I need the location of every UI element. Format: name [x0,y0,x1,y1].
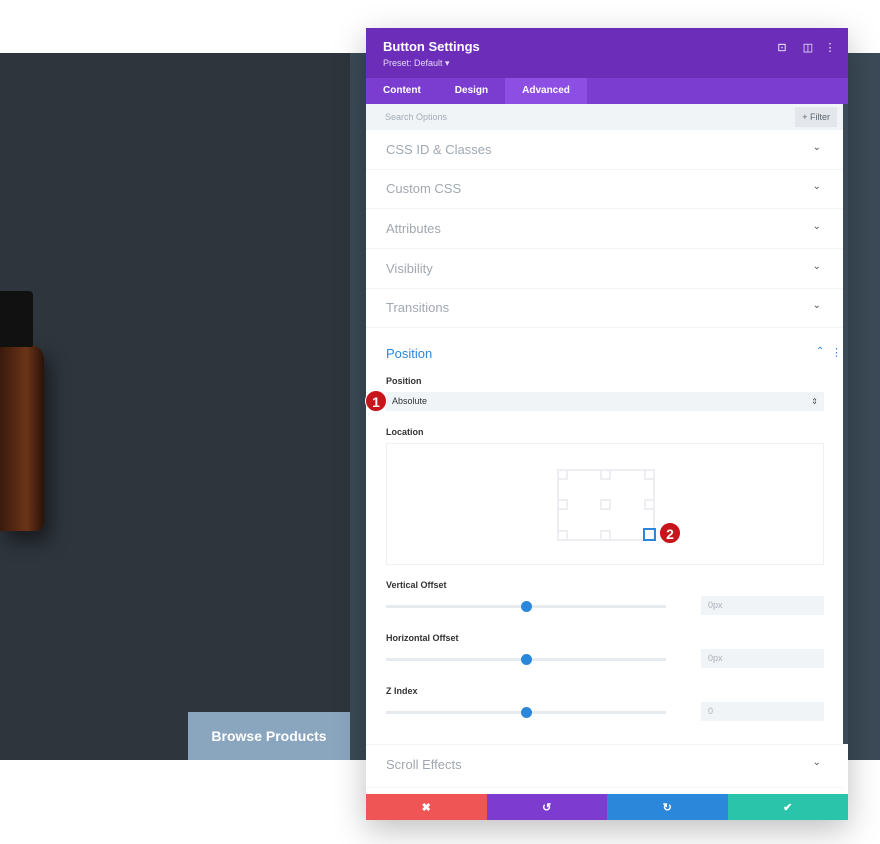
location-bottom-center[interactable] [600,530,611,541]
vertical-offset-label: Vertical Offset [386,580,447,590]
location-bottom-left[interactable] [557,530,568,541]
select-arrows-icon: ⇕ [811,397,818,406]
preset-dropdown[interactable]: Preset: Default ▾ [383,58,450,69]
horizontal-offset-slider[interactable] [386,654,666,665]
section-position-title[interactable]: Position [386,346,432,361]
chevron-down-icon: ⌄ [812,221,821,232]
section-label: Scroll Effects [386,757,462,772]
position-select[interactable]: Absolute ⇕ [386,392,824,411]
slider-thumb[interactable] [521,654,532,665]
annotation-badge-1: 1 [365,390,387,412]
section-attributes[interactable]: Attributes ⌄ [366,209,843,249]
location-top-right[interactable] [644,469,655,480]
button-settings-panel: Button Settings Preset: Default ▾ ⊡ ◫ ⋮ … [365,28,848,820]
chevron-up-icon[interactable]: ⌃ [816,346,824,357]
section-label: Attributes [386,221,441,236]
location-top-center[interactable] [600,469,611,480]
z-index-input[interactable]: 0 [701,702,824,721]
chevron-down-icon: ⌄ [812,757,821,768]
focus-icon[interactable]: ⊡ [775,41,789,54]
search-input[interactable]: Search Options [385,112,447,122]
save-button[interactable]: ✔ [727,794,848,820]
horizontal-offset-input[interactable]: 0px [701,649,824,668]
search-options-bar[interactable]: Search Options + Filter [366,104,843,130]
tab-advanced[interactable]: Advanced [505,78,587,104]
section-label: CSS ID & Classes [386,142,492,157]
z-index-label: Z Index [386,686,418,696]
chevron-down-icon: ⌄ [812,142,821,153]
split-view-icon[interactable]: ◫ [801,41,815,54]
section-visibility[interactable]: Visibility ⌄ [366,249,843,289]
section-label: Transitions [386,300,450,315]
section-custom-css[interactable]: Custom CSS ⌄ [366,169,843,209]
bottle-image [0,345,44,531]
location-center-right[interactable] [644,499,655,510]
location-top-left[interactable] [557,469,568,480]
location-center-left[interactable] [557,499,568,510]
browse-products-button[interactable]: Browse Products [188,712,350,760]
section-css-id-classes[interactable]: CSS ID & Classes ⌄ [366,130,843,170]
location-grid [557,469,656,541]
tab-design[interactable]: Design [438,78,505,104]
panel-header[interactable]: Button Settings Preset: Default ▾ ⊡ ◫ ⋮ [366,28,848,78]
redo-button[interactable]: ↻ [607,794,728,820]
chevron-down-icon: ⌄ [812,181,821,192]
section-label: Visibility [386,261,433,276]
panel-title: Button Settings [383,39,480,54]
section-label: Custom CSS [386,181,462,196]
location-label: Location [386,427,424,437]
position-label: Position [386,376,422,386]
slider-thumb[interactable] [521,707,532,718]
slider-thumb[interactable] [521,601,532,612]
section-scroll-effects[interactable]: Scroll Effects ⌄ [366,744,843,788]
chevron-down-icon: ⌄ [812,261,821,272]
vertical-offset-slider[interactable] [386,601,666,612]
undo-button[interactable]: ↺ [486,794,607,820]
panel-footer: ✖ ↺ ↻ ✔ [366,794,848,820]
section-transitions[interactable]: Transitions ⌄ [366,288,843,328]
location-center[interactable] [600,499,611,510]
annotation-badge-2: 2 [659,522,681,544]
panel-tabs: Content Design Advanced [366,78,848,104]
more-options-icon[interactable]: ⋮ [823,41,837,54]
cancel-button[interactable]: ✖ [366,794,487,820]
chevron-down-icon: ⌄ [812,300,821,311]
horizontal-offset-label: Horizontal Offset [386,633,459,643]
bottle-cap-image [0,291,33,347]
position-select-value: Absolute [392,396,428,406]
vertical-offset-input[interactable]: 0px [701,596,824,615]
section-menu-icon[interactable]: ⋮ [831,346,842,359]
filter-button[interactable]: + Filter [795,107,837,127]
scrollbar[interactable] [843,104,848,744]
location-picker: 2 [386,443,824,565]
location-bottom-right[interactable] [643,528,656,541]
z-index-slider[interactable] [386,707,666,718]
tab-content[interactable]: Content [366,78,438,104]
